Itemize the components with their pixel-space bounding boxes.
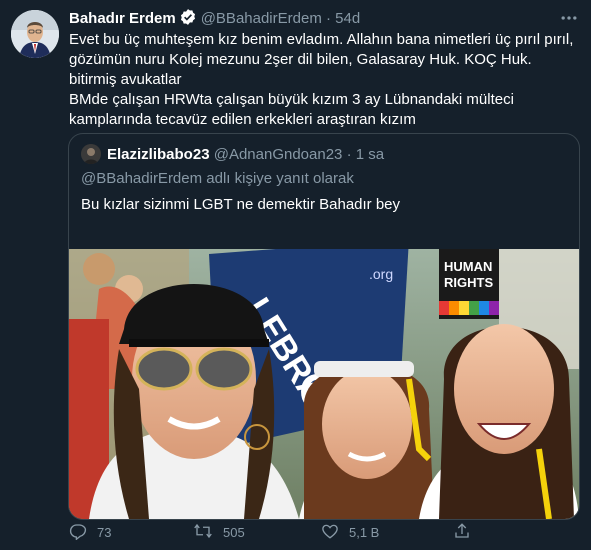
like-count: 5,1 B xyxy=(349,525,380,540)
author-handle[interactable]: @BBahadirErdem xyxy=(201,10,322,27)
tweet-text: Evet bu üç muhteşem kız benim evladım. A… xyxy=(69,30,574,130)
tweet-actions: 73 505 5,1 B xyxy=(69,522,574,544)
reply-count: 73 xyxy=(97,525,112,540)
like-button[interactable]: 5,1 B xyxy=(321,522,379,543)
share-button[interactable] xyxy=(453,522,481,543)
tweet-header: Bahadır Erdem @BBahadirErdem · 54d xyxy=(69,8,360,32)
reply-icon xyxy=(69,522,97,543)
sign-text-2: RIGHTS xyxy=(444,275,493,290)
dot-separator: · xyxy=(346,146,352,163)
author-avatar[interactable] xyxy=(11,10,59,58)
retweet-button[interactable]: 505 xyxy=(193,522,245,543)
verified-icon xyxy=(179,8,197,32)
quote-author-name[interactable]: Elazizlibabo23 xyxy=(107,146,210,163)
tweet-time[interactable]: 54d xyxy=(335,10,360,27)
quoted-tweet[interactable]: Elazizlibabo23 @AdnanGndoan23 · 1 sa @BB… xyxy=(68,133,580,520)
reply-button[interactable]: 73 xyxy=(69,522,111,543)
quote-author-handle[interactable]: @AdnanGndoan23 xyxy=(214,146,343,163)
reply-context: @BBahadirErdem adlı kişiye yanıt olarak xyxy=(81,170,354,187)
sign-text-1: HUMAN xyxy=(444,259,492,274)
tweet-text-paragraph: Evet bu üç muhteşem kız benim evladım. A… xyxy=(69,31,574,88)
quote-author-avatar xyxy=(81,144,101,164)
quote-text: Bu kızlar sizinmi LGBT ne demektir Bahad… xyxy=(81,196,401,213)
quote-header: Elazizlibabo23 @AdnanGndoan23 · 1 sa xyxy=(81,144,384,165)
quote-time: 1 sa xyxy=(355,146,385,163)
like-icon xyxy=(321,522,349,543)
quote-photo[interactable]: LEBRATING OF .org HUMAN RIGHTS xyxy=(69,239,579,519)
dot-separator: · xyxy=(326,10,331,27)
banner-org-text: .org xyxy=(369,266,393,282)
share-icon xyxy=(453,522,481,543)
tweet-text-paragraph: BMde çalışan HRWta çalışan büyük kızım 3… xyxy=(69,91,514,128)
author-name[interactable]: Bahadır Erdem xyxy=(69,10,176,27)
retweet-count: 505 xyxy=(223,525,245,540)
retweet-icon xyxy=(193,522,223,543)
